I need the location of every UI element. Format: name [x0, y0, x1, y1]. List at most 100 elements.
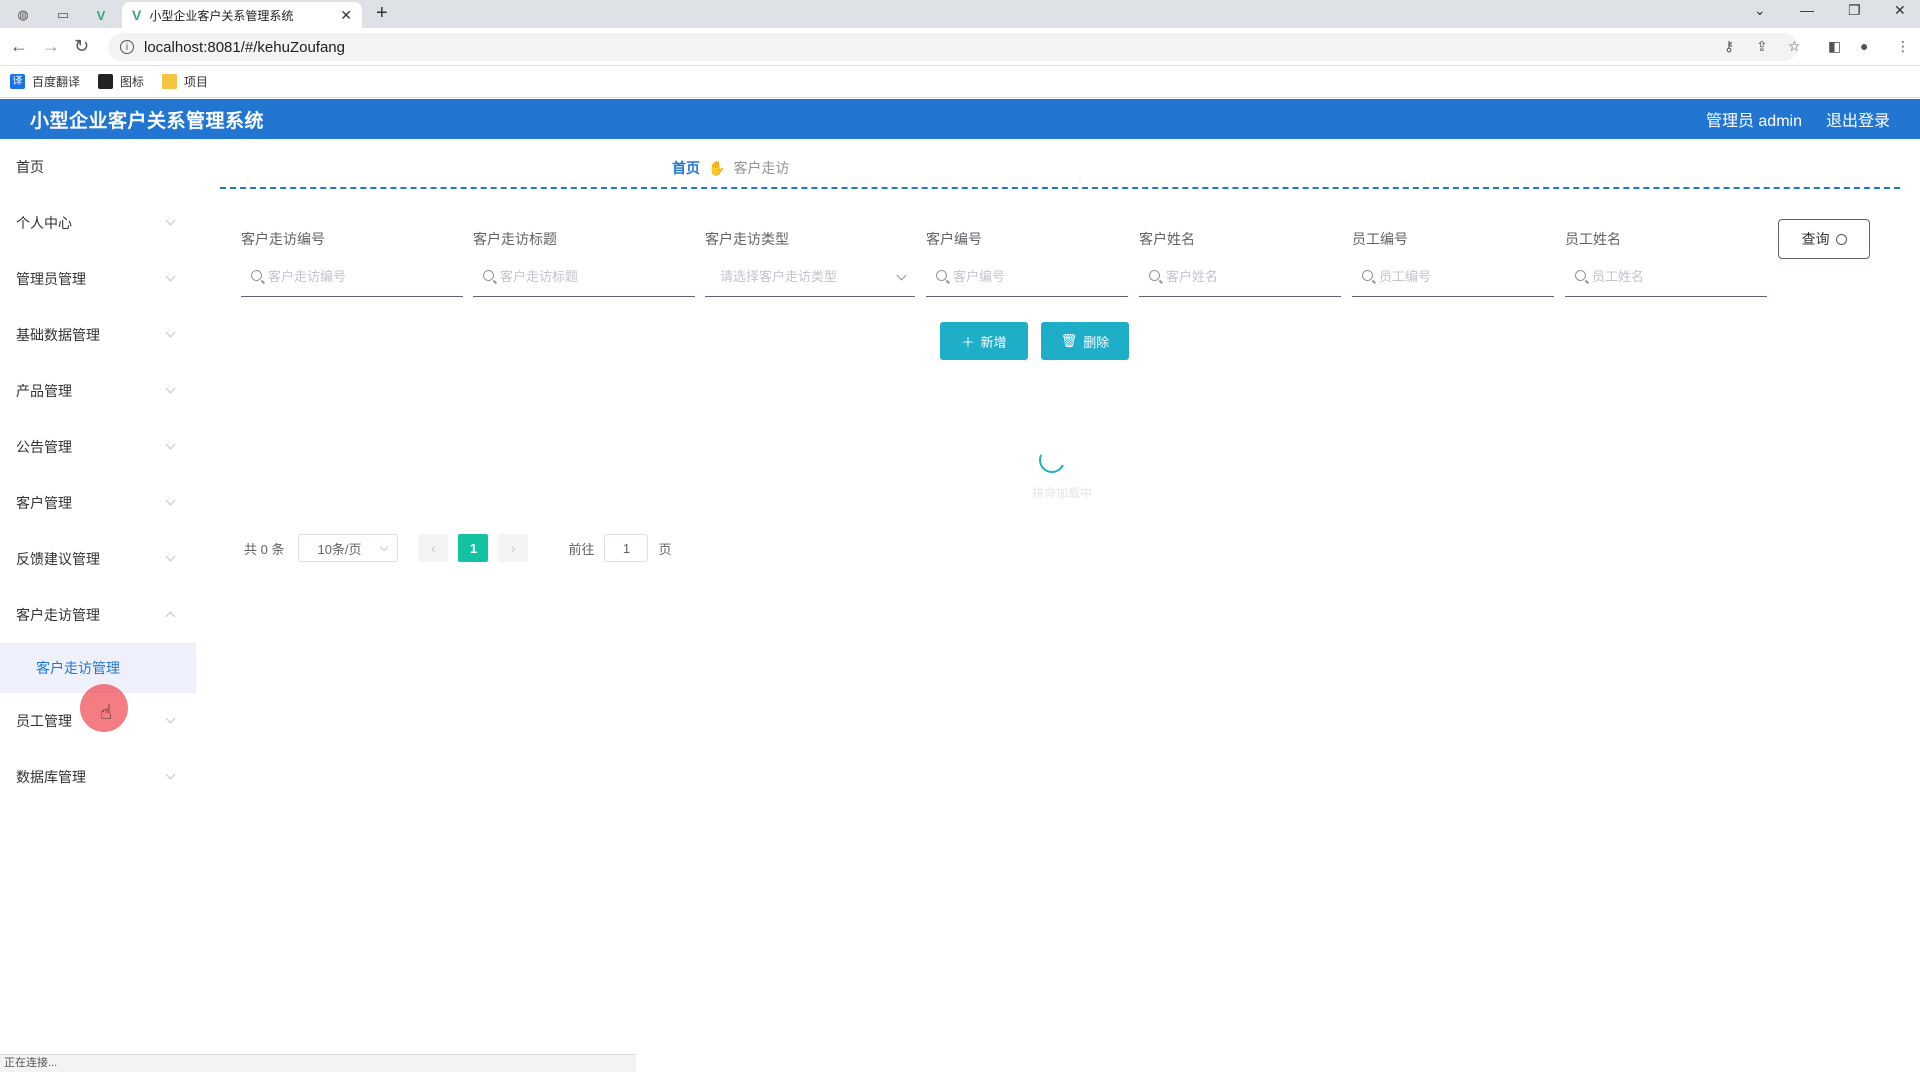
- page-suffix: 页: [658, 541, 672, 557]
- label-visit-title: 客户走访标题: [473, 231, 557, 247]
- chevron-up-icon: [165, 611, 176, 622]
- chevron-down-icon: [165, 495, 176, 506]
- url-field[interactable]: i localhost:8081/#/kehuZoufang: [108, 33, 1798, 61]
- input-placeholder: 客户走访编号: [268, 269, 347, 284]
- logout-link[interactable]: 退出登录: [1826, 107, 1890, 131]
- sidebar-item-label: 员工管理: [16, 713, 72, 729]
- reload-icon[interactable]: ↻: [74, 36, 89, 57]
- page-size-select[interactable]: 10条/页: [298, 534, 399, 562]
- delete-label: 删除: [1083, 334, 1110, 350]
- breadcrumb-divider: [220, 187, 1900, 189]
- label-visit-no: 客户走访编号: [241, 231, 325, 247]
- search-icon: [1575, 270, 1586, 281]
- breadcrumb-home[interactable]: 首页: [672, 158, 700, 178]
- chevron-down-icon: [165, 769, 176, 780]
- search-icon: [1835, 233, 1847, 245]
- sidebar-item-notices[interactable]: 公告管理: [0, 419, 196, 475]
- image-icon: [98, 74, 114, 89]
- customer-no-input[interactable]: 客户编号: [926, 255, 1128, 297]
- add-button[interactable]: ＋ 新增: [940, 322, 1028, 360]
- prev-page-button[interactable]: ‹: [418, 534, 449, 562]
- vue-tab-icon[interactable]: V: [86, 4, 116, 26]
- chevron-down-icon: [165, 439, 176, 450]
- add-label: 新增: [980, 334, 1007, 350]
- tab-close-icon[interactable]: ✕: [340, 7, 352, 24]
- globe-icon[interactable]: ◍: [8, 4, 38, 26]
- chevron-left-icon: ‹: [431, 540, 436, 556]
- sidebar-item-products[interactable]: 产品管理: [0, 363, 196, 419]
- menu-dots-icon[interactable]: ⋮: [1896, 38, 1910, 55]
- app-header: 小型企业客户关系管理系统 管理员 admin 退出登录: [0, 99, 1920, 139]
- key-icon[interactable]: ⚷: [1724, 38, 1734, 55]
- new-tab-button[interactable]: +: [376, 2, 388, 25]
- bookmark-label: 项目: [184, 75, 209, 89]
- label-employee-no: 员工编号: [1352, 231, 1408, 247]
- query-label: 查询: [1801, 231, 1830, 247]
- sidebar-item-feedback[interactable]: 反馈建议管理: [0, 531, 196, 587]
- breadcrumb: 首页 ✋ 客户走访: [672, 158, 789, 178]
- sidebar-toggle-icon[interactable]: ◧: [1828, 38, 1841, 55]
- sidebar-item-database[interactable]: 数据库管理: [0, 749, 196, 805]
- site-info-icon[interactable]: i: [120, 40, 134, 54]
- sidebar-item-home[interactable]: 首页: [0, 139, 196, 195]
- translate-icon: 译: [10, 74, 25, 89]
- goto-page-input[interactable]: 1: [604, 534, 649, 562]
- visit-type-select[interactable]: 请选择客户走访类型: [705, 255, 915, 297]
- label-customer-no: 客户编号: [926, 231, 982, 247]
- chevron-down-icon: [165, 327, 176, 338]
- page-number-active[interactable]: 1: [458, 534, 489, 562]
- blank-tab-icon[interactable]: ▭: [48, 4, 78, 26]
- sidebar-item-label: 数据库管理: [16, 769, 86, 785]
- sidebar-item-label: 公告管理: [16, 439, 72, 455]
- sidebar-item-customers[interactable]: 客户管理: [0, 475, 196, 531]
- restore-icon[interactable]: ❐: [1848, 2, 1861, 19]
- folder-icon: [162, 74, 178, 89]
- input-placeholder: 客户走访标题: [500, 269, 579, 284]
- browser-tab-bar: ◍ ▭ V V 小型企业客户关系管理系统 ✕ + ⌄ — ❐ ✕: [0, 0, 1920, 28]
- visit-no-input[interactable]: 客户走访编号: [241, 255, 463, 297]
- plus-icon: ＋: [961, 334, 975, 350]
- input-placeholder: 客户编号: [953, 269, 1006, 284]
- employee-no-input[interactable]: 员工编号: [1352, 255, 1554, 297]
- forward-icon[interactable]: →: [42, 36, 60, 57]
- query-button[interactable]: 查询: [1778, 219, 1870, 259]
- vue-logo-icon: V: [132, 7, 142, 23]
- search-icon: [936, 270, 947, 281]
- customer-name-input[interactable]: 客户姓名: [1139, 255, 1341, 297]
- hand-separator-icon: ✋: [708, 159, 726, 176]
- minimize-icon[interactable]: —: [1800, 2, 1814, 18]
- bookmark-translate[interactable]: 译 百度翻译: [10, 73, 80, 90]
- browser-status-bar: 正在连接...: [0, 1054, 636, 1072]
- bookmark-project[interactable]: 项目: [162, 73, 208, 90]
- hand-cursor-icon: ☝: [100, 702, 113, 724]
- loading-text: 拼命加载中: [1032, 486, 1093, 500]
- sidebar-item-visits[interactable]: 客户走访管理: [0, 587, 196, 643]
- tab-title: 小型企业客户关系管理系统: [149, 8, 294, 23]
- share-icon[interactable]: ⇪: [1756, 38, 1768, 55]
- back-icon[interactable]: ←: [10, 36, 28, 57]
- employee-name-input[interactable]: 员工姓名: [1565, 255, 1767, 297]
- tab-search-icon[interactable]: ⌄: [1754, 2, 1766, 19]
- sidebar-item-label: 首页: [16, 159, 44, 175]
- search-icon: [1362, 270, 1373, 281]
- bookmark-icons[interactable]: 图标: [98, 73, 144, 90]
- sidebar-item-admin[interactable]: 管理员管理: [0, 251, 196, 307]
- app-title: 小型企业客户关系管理系统: [30, 110, 265, 132]
- close-window-icon[interactable]: ✕: [1894, 2, 1906, 19]
- profile-icon[interactable]: ●: [1860, 38, 1868, 54]
- next-page-button[interactable]: ›: [498, 534, 529, 562]
- search-icon: [1149, 270, 1160, 281]
- visit-title-input[interactable]: 客户走访标题: [473, 255, 695, 297]
- sidebar-item-profile[interactable]: 个人中心: [0, 195, 196, 251]
- chevron-down-icon: [380, 542, 389, 552]
- input-placeholder: 员工姓名: [1592, 269, 1645, 284]
- data-table: [236, 379, 1876, 499]
- bookmark-label: 图标: [120, 75, 145, 89]
- delete-button[interactable]: 🗑 删除: [1041, 322, 1129, 360]
- active-browser-tab[interactable]: V 小型企业客户关系管理系统 ✕: [122, 2, 362, 28]
- star-icon[interactable]: ☆: [1788, 38, 1801, 55]
- sidebar-item-base-data[interactable]: 基础数据管理: [0, 307, 196, 363]
- input-placeholder: 客户姓名: [1166, 269, 1219, 284]
- pagination: 共 0 条 10条/页 ‹ 1 › 前往 1 页: [244, 534, 672, 562]
- bookmark-label: 百度翻译: [32, 75, 81, 89]
